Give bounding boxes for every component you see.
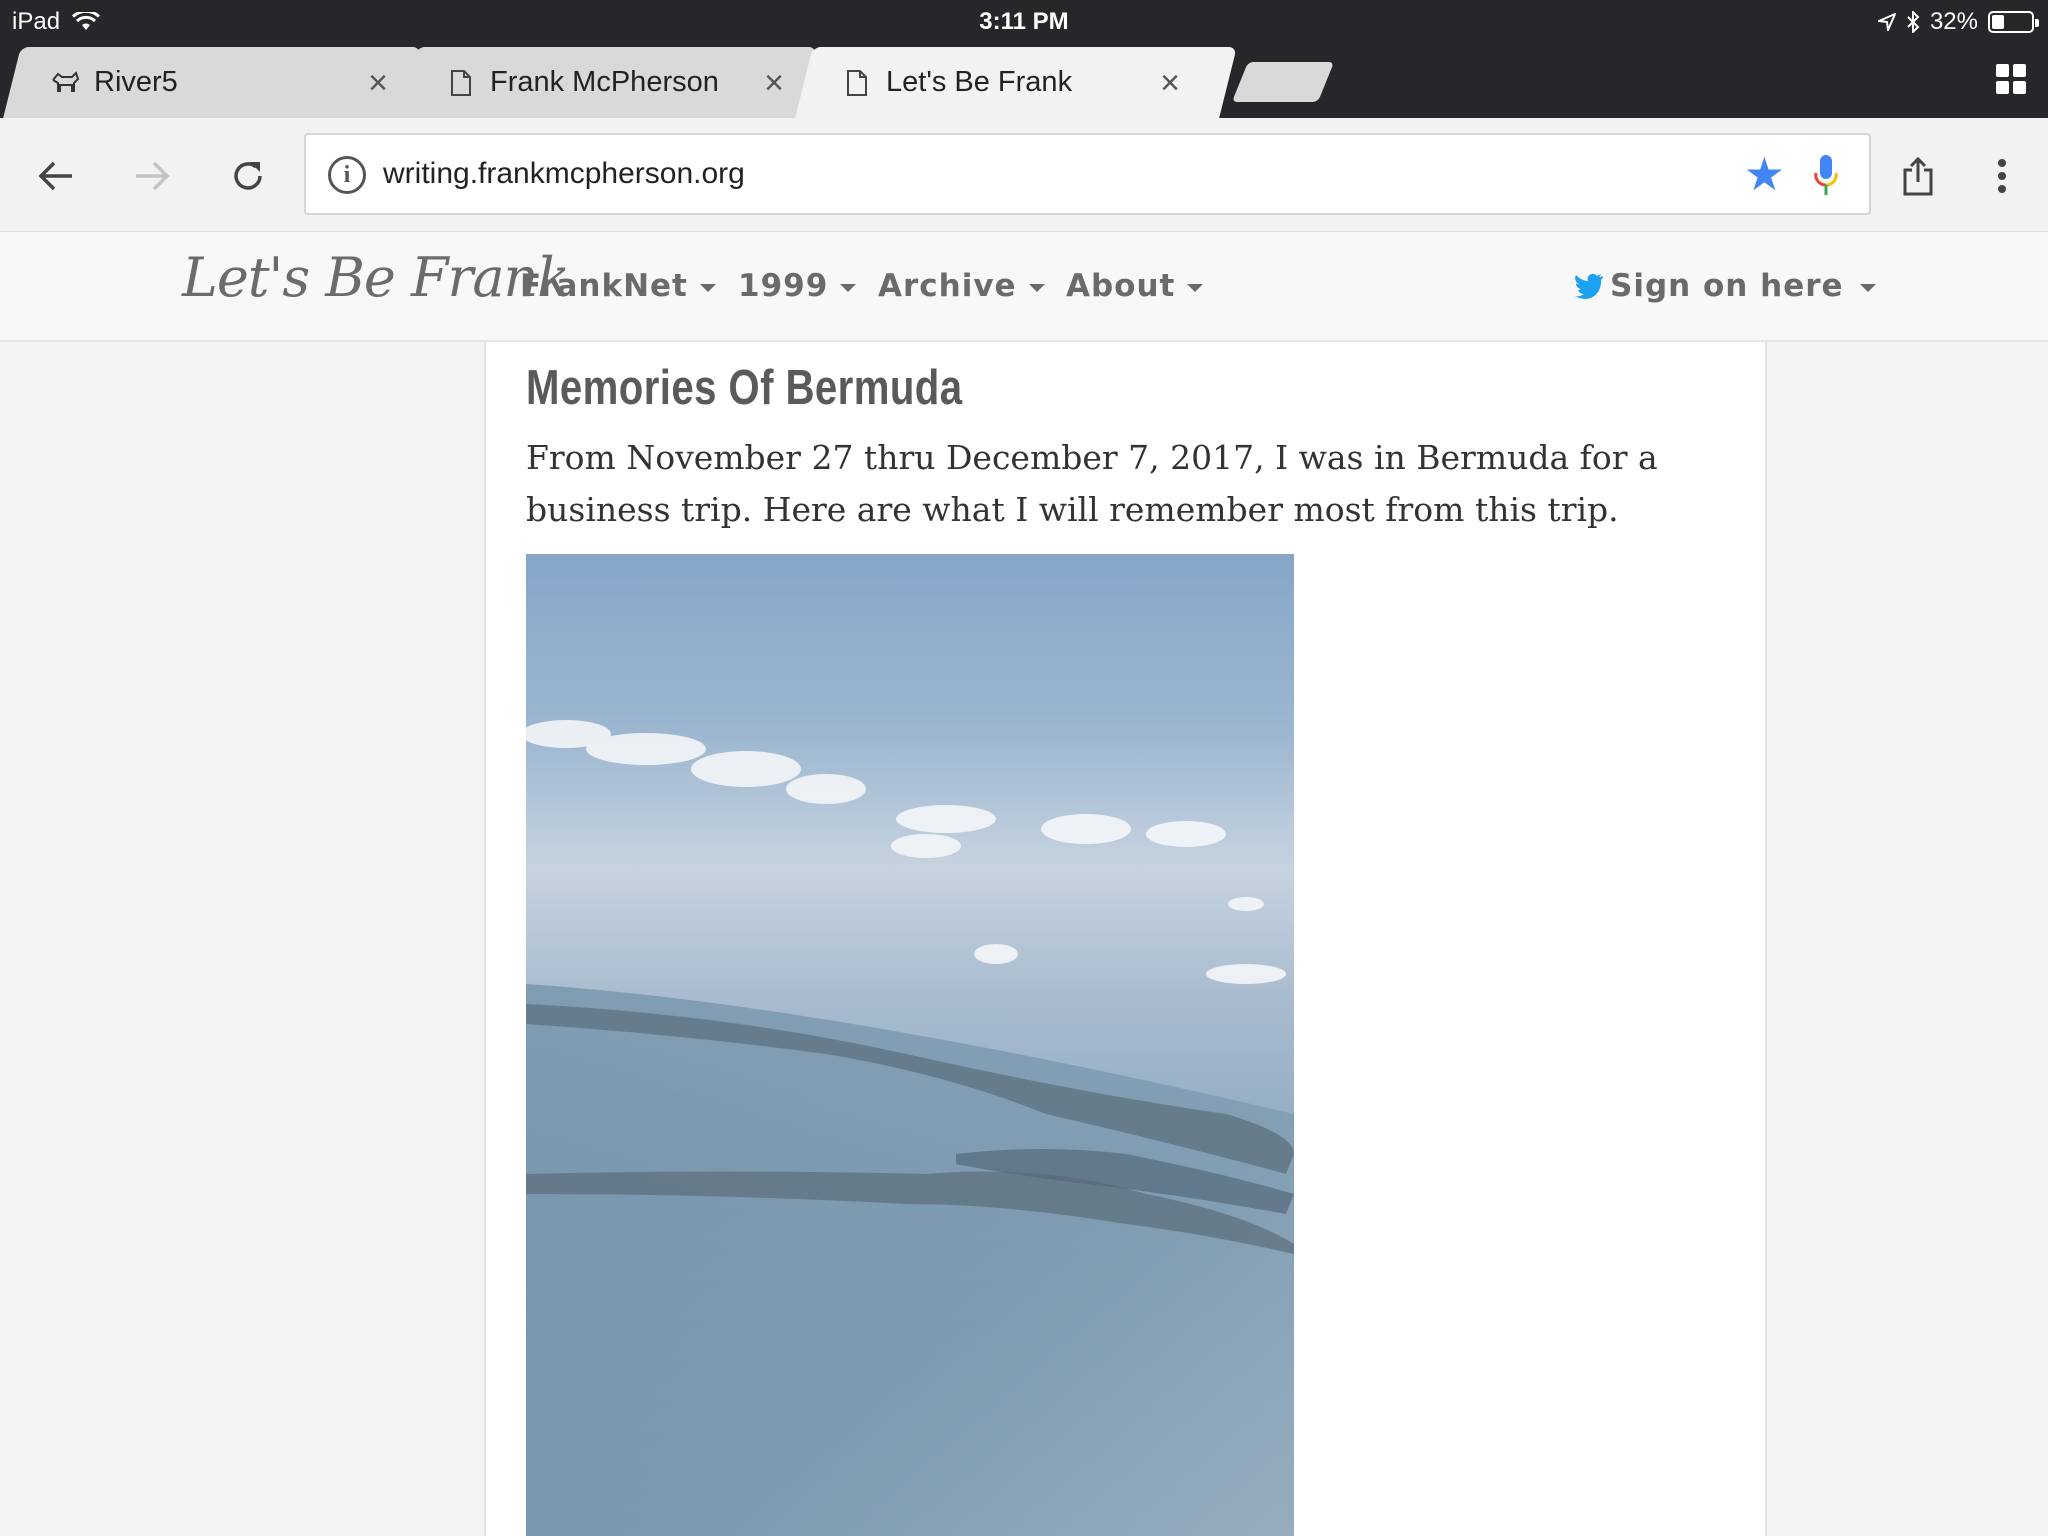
caret-down-icon	[699, 284, 716, 292]
status-bar: iPad 3:11 PM 32%	[0, 0, 2048, 44]
aerial-photo	[526, 554, 1294, 1536]
tab-title: Frank McPherson	[490, 66, 719, 98]
sign-on-label: Sign on here	[1610, 268, 1844, 304]
share-icon	[1903, 156, 1933, 196]
page-icon	[842, 68, 872, 98]
site-navbar: Let's Be Frank FrankNet 1999 Archive Abo…	[0, 232, 2048, 342]
post-container: Memories Of Bermuda From November 27 thr…	[484, 342, 1767, 1536]
info-icon[interactable]: i	[328, 156, 366, 194]
bluetooth-icon	[1907, 11, 1920, 33]
reload-button[interactable]	[218, 146, 278, 206]
battery-percent: 32%	[1929, 8, 1978, 35]
share-button[interactable]	[1888, 146, 1948, 206]
post-title[interactable]: Memories Of Bermuda	[526, 360, 962, 416]
back-button[interactable]	[26, 146, 86, 206]
tab-lets-be-frank[interactable]: Let's Be Frank ×	[795, 47, 1237, 118]
arrow-left-icon	[38, 161, 72, 191]
post-body: From November 27 thru December 7, 2017, …	[526, 432, 1676, 536]
page-icon	[446, 68, 476, 98]
close-icon[interactable]: ×	[1152, 66, 1188, 100]
dog-icon	[50, 68, 80, 98]
caret-down-icon	[1859, 284, 1876, 292]
close-icon[interactable]: ×	[360, 66, 396, 100]
arrow-right-icon	[136, 161, 170, 191]
tab-frank-mcpherson[interactable]: Frank McPherson ×	[399, 47, 817, 118]
bookmark-star-icon[interactable]: ★	[1744, 151, 1785, 197]
nav-item-label: Archive	[878, 268, 1017, 304]
reload-icon	[234, 162, 262, 190]
nav-item-label: 1999	[738, 268, 829, 304]
browser-toolbar: i writing.frankmcpherson.org ★	[0, 118, 2048, 232]
sign-on-link[interactable]: Sign on here	[1574, 268, 1876, 304]
more-vert-icon	[1998, 159, 2006, 193]
nav-item-label: FrankNet	[520, 268, 688, 304]
more-menu-button[interactable]	[1972, 146, 2032, 206]
post-body-line: business trip. Here are what I will reme…	[526, 490, 1619, 529]
battery-icon	[1988, 11, 2039, 33]
tab-river5[interactable]: River5 ×	[3, 47, 421, 118]
post-body-line: From November 27 thru December 7, 2017, …	[526, 438, 1658, 477]
location-arrow-icon	[1877, 13, 1896, 31]
browser-top-chrome: iPad 3:11 PM 32% River5 × Frank McPherso…	[0, 0, 2048, 118]
caret-down-icon	[1028, 284, 1045, 292]
nav-item-about[interactable]: About	[1066, 268, 1204, 304]
nav-item-label: About	[1066, 268, 1176, 304]
clock: 3:11 PM	[979, 8, 1069, 35]
forward-button[interactable]	[122, 146, 182, 206]
tab-title: River5	[94, 66, 178, 98]
tab-title: Let's Be Frank	[886, 66, 1073, 98]
twitter-bird-icon	[1575, 273, 1603, 299]
address-bar[interactable]: i writing.frankmcpherson.org ★	[304, 133, 1871, 215]
url-text[interactable]: writing.frankmcpherson.org	[383, 157, 745, 191]
microphone-icon[interactable]	[1813, 153, 1839, 197]
nav-item-1999[interactable]: 1999	[738, 268, 857, 304]
nav-item-franknet[interactable]: FrankNet	[520, 268, 716, 304]
close-icon[interactable]: ×	[756, 66, 792, 100]
site-brand[interactable]: Let's Be Frank	[182, 246, 570, 309]
caret-down-icon	[1187, 284, 1204, 292]
tab-switcher-icon[interactable]	[1996, 64, 2026, 94]
caret-down-icon	[840, 284, 857, 292]
nav-item-archive[interactable]: Archive	[878, 268, 1045, 304]
new-tab-button[interactable]	[1231, 62, 1335, 102]
